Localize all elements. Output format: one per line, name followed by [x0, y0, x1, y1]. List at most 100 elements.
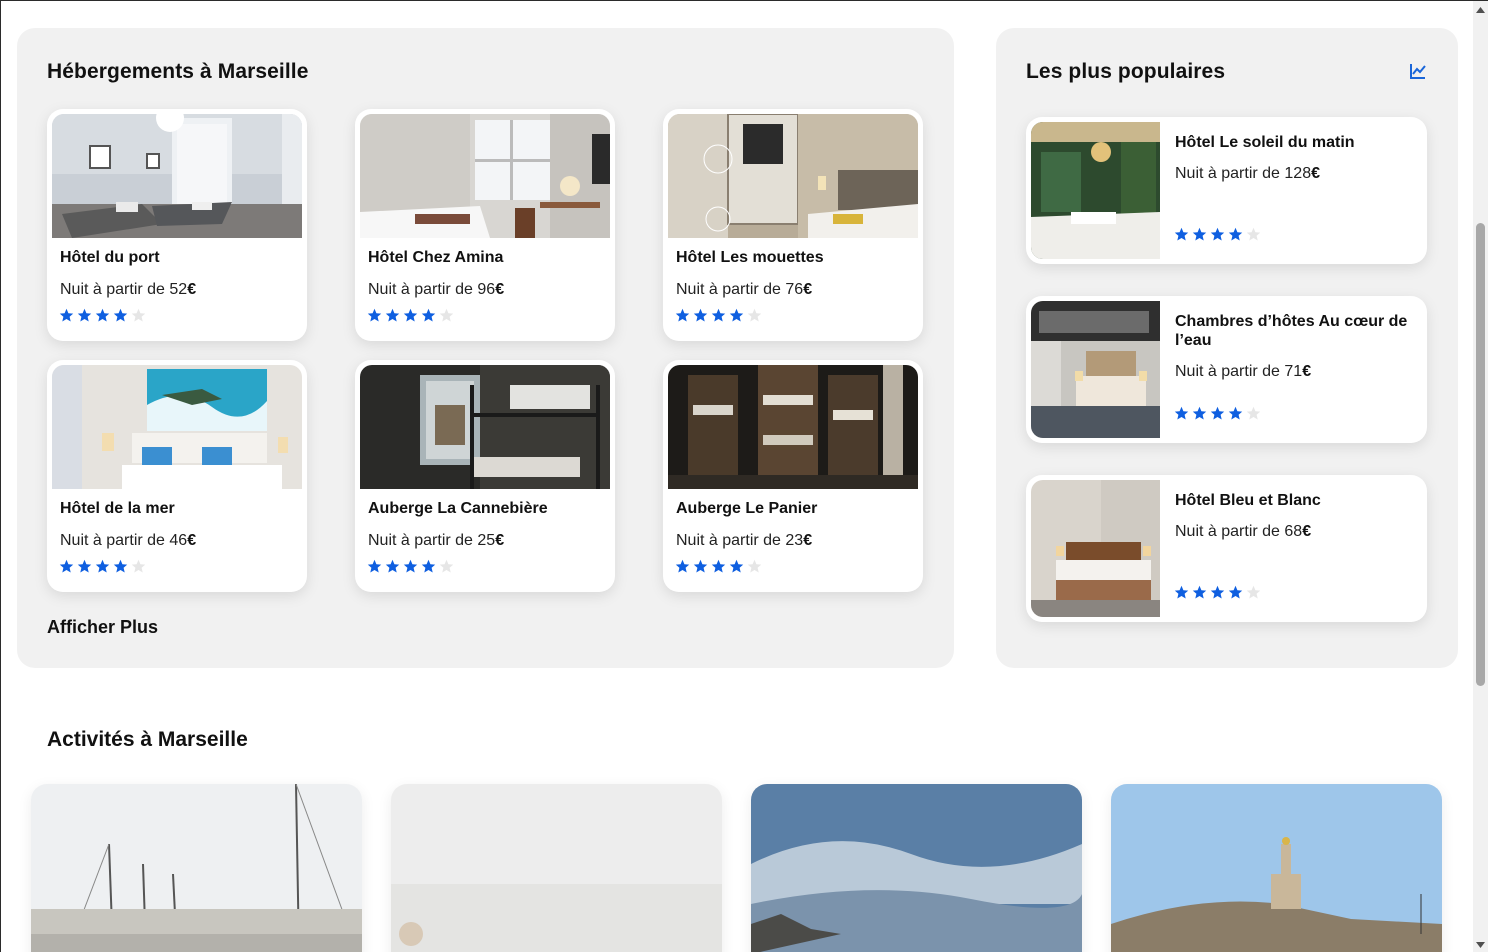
star-empty-icon: [131, 559, 146, 573]
hotel-photo: [1031, 301, 1160, 438]
hotel-photo: [52, 114, 302, 238]
hotel-card[interactable]: Auberge Le Panier Nuit à partir de 23€: [663, 360, 923, 592]
star-rating: [367, 559, 454, 574]
star-filled-icon: [59, 308, 74, 322]
page: Hébergements à Marseille Hôtel du port N…: [1, 1, 1473, 952]
star-filled-icon: [113, 559, 128, 573]
popular-panel: Les plus populaires Hôtel Le soleil du m…: [996, 28, 1458, 668]
hotel-price: Nuit à partir de 96€: [368, 281, 505, 298]
scroll-up-arrow-icon[interactable]: [1473, 1, 1488, 18]
star-rating: [675, 308, 762, 323]
star-filled-icon: [421, 308, 436, 322]
star-filled-icon: [1228, 227, 1243, 241]
hotel-photo: [668, 114, 918, 238]
activity-card[interactable]: [391, 784, 722, 952]
trending-chart-icon[interactable]: [1409, 62, 1427, 80]
hotel-card[interactable]: Hôtel de la mer Nuit à partir de 46€: [47, 360, 307, 592]
hotel-photo: [360, 365, 610, 489]
star-filled-icon: [1210, 585, 1225, 599]
activity-card[interactable]: [31, 784, 362, 952]
star-filled-icon: [1228, 585, 1243, 599]
hotel-price: Nuit à partir de 76€: [676, 281, 813, 298]
hotel-name: Auberge La Cannebière: [368, 500, 548, 517]
hotel-price: Nuit à partir de 23€: [676, 532, 813, 549]
star-filled-icon: [367, 308, 382, 322]
star-empty-icon: [439, 308, 454, 322]
scrollbar-thumb[interactable]: [1476, 223, 1485, 686]
vertical-scrollbar[interactable]: [1473, 1, 1488, 952]
star-rating: [1174, 406, 1261, 421]
star-filled-icon: [711, 559, 726, 573]
scroll-down-arrow-icon[interactable]: [1473, 936, 1488, 952]
activity-photo: [751, 784, 1082, 952]
hotel-name: Hôtel Bleu et Blanc: [1175, 492, 1321, 509]
star-filled-icon: [367, 559, 382, 573]
activity-card[interactable]: [1111, 784, 1442, 952]
star-rating: [1174, 585, 1261, 600]
star-empty-icon: [747, 559, 762, 573]
star-rating: [59, 559, 146, 574]
star-rating: [367, 308, 454, 323]
star-filled-icon: [1192, 585, 1207, 599]
star-filled-icon: [729, 559, 744, 573]
activity-photo: [31, 784, 362, 952]
hotel-photo: [1031, 122, 1160, 259]
star-filled-icon: [711, 308, 726, 322]
star-filled-icon: [95, 559, 110, 573]
star-filled-icon: [113, 308, 128, 322]
hotel-price: Nuit à partir de 52€: [60, 281, 197, 298]
hotel-photo: [1031, 480, 1160, 617]
star-filled-icon: [693, 308, 708, 322]
hotel-card[interactable]: Hôtel Chez Amina Nuit à partir de 96€: [355, 109, 615, 341]
hotel-name: Hôtel du port: [60, 249, 160, 266]
star-empty-icon: [1246, 585, 1261, 599]
hotel-photo: [668, 365, 918, 489]
star-filled-icon: [421, 559, 436, 573]
star-filled-icon: [1228, 406, 1243, 420]
star-filled-icon: [675, 559, 690, 573]
star-filled-icon: [693, 559, 708, 573]
hotel-price: Nuit à partir de 68€: [1175, 523, 1312, 540]
star-filled-icon: [729, 308, 744, 322]
star-filled-icon: [403, 559, 418, 573]
hotel-name: Chambres d’hôtes Au cœur de l’eau: [1175, 313, 1408, 349]
star-filled-icon: [59, 559, 74, 573]
activity-photo: [1111, 784, 1442, 952]
star-empty-icon: [1246, 227, 1261, 241]
star-filled-icon: [1210, 227, 1225, 241]
hotel-price: Nuit à partir de 46€: [60, 532, 197, 549]
hotel-card[interactable]: Hôtel Les mouettes Nuit à partir de 76€: [663, 109, 923, 341]
popular-hotel-card[interactable]: Hôtel Le soleil du matin Nuit à partir d…: [1026, 117, 1427, 264]
hotel-photo: [52, 365, 302, 489]
hotel-card[interactable]: Hôtel du port Nuit à partir de 52€: [47, 109, 307, 341]
star-empty-icon: [131, 308, 146, 322]
star-rating: [1174, 227, 1261, 242]
activity-photo: [391, 784, 722, 952]
hotel-name: Hôtel Le soleil du matin: [1175, 134, 1355, 151]
star-filled-icon: [403, 308, 418, 322]
star-filled-icon: [1174, 585, 1189, 599]
hotel-name: Hôtel de la mer: [60, 500, 175, 517]
hotel-price: Nuit à partir de 25€: [368, 532, 505, 549]
star-filled-icon: [385, 559, 400, 573]
star-filled-icon: [1192, 227, 1207, 241]
popular-hotel-card[interactable]: Hôtel Bleu et Blanc Nuit à partir de 68€: [1026, 475, 1427, 622]
star-filled-icon: [675, 308, 690, 322]
activity-card[interactable]: [751, 784, 1082, 952]
hotel-card[interactable]: Auberge La Cannebière Nuit à partir de 2…: [355, 360, 615, 592]
star-rating: [675, 559, 762, 574]
star-filled-icon: [385, 308, 400, 322]
star-filled-icon: [77, 559, 92, 573]
star-empty-icon: [1246, 406, 1261, 420]
star-filled-icon: [1192, 406, 1207, 420]
star-filled-icon: [95, 308, 110, 322]
star-filled-icon: [1210, 406, 1225, 420]
popular-hotel-card[interactable]: Chambres d’hôtes Au cœur de l’eau Nuit à…: [1026, 296, 1427, 443]
show-more-link[interactable]: Afficher Plus: [47, 617, 158, 638]
hotel-name: Auberge Le Panier: [676, 500, 818, 517]
star-rating: [59, 308, 146, 323]
star-filled-icon: [1174, 406, 1189, 420]
star-filled-icon: [1174, 227, 1189, 241]
activities-title: Activités à Marseille: [47, 728, 248, 751]
accommodations-panel: Hébergements à Marseille Hôtel du port N…: [17, 28, 954, 668]
